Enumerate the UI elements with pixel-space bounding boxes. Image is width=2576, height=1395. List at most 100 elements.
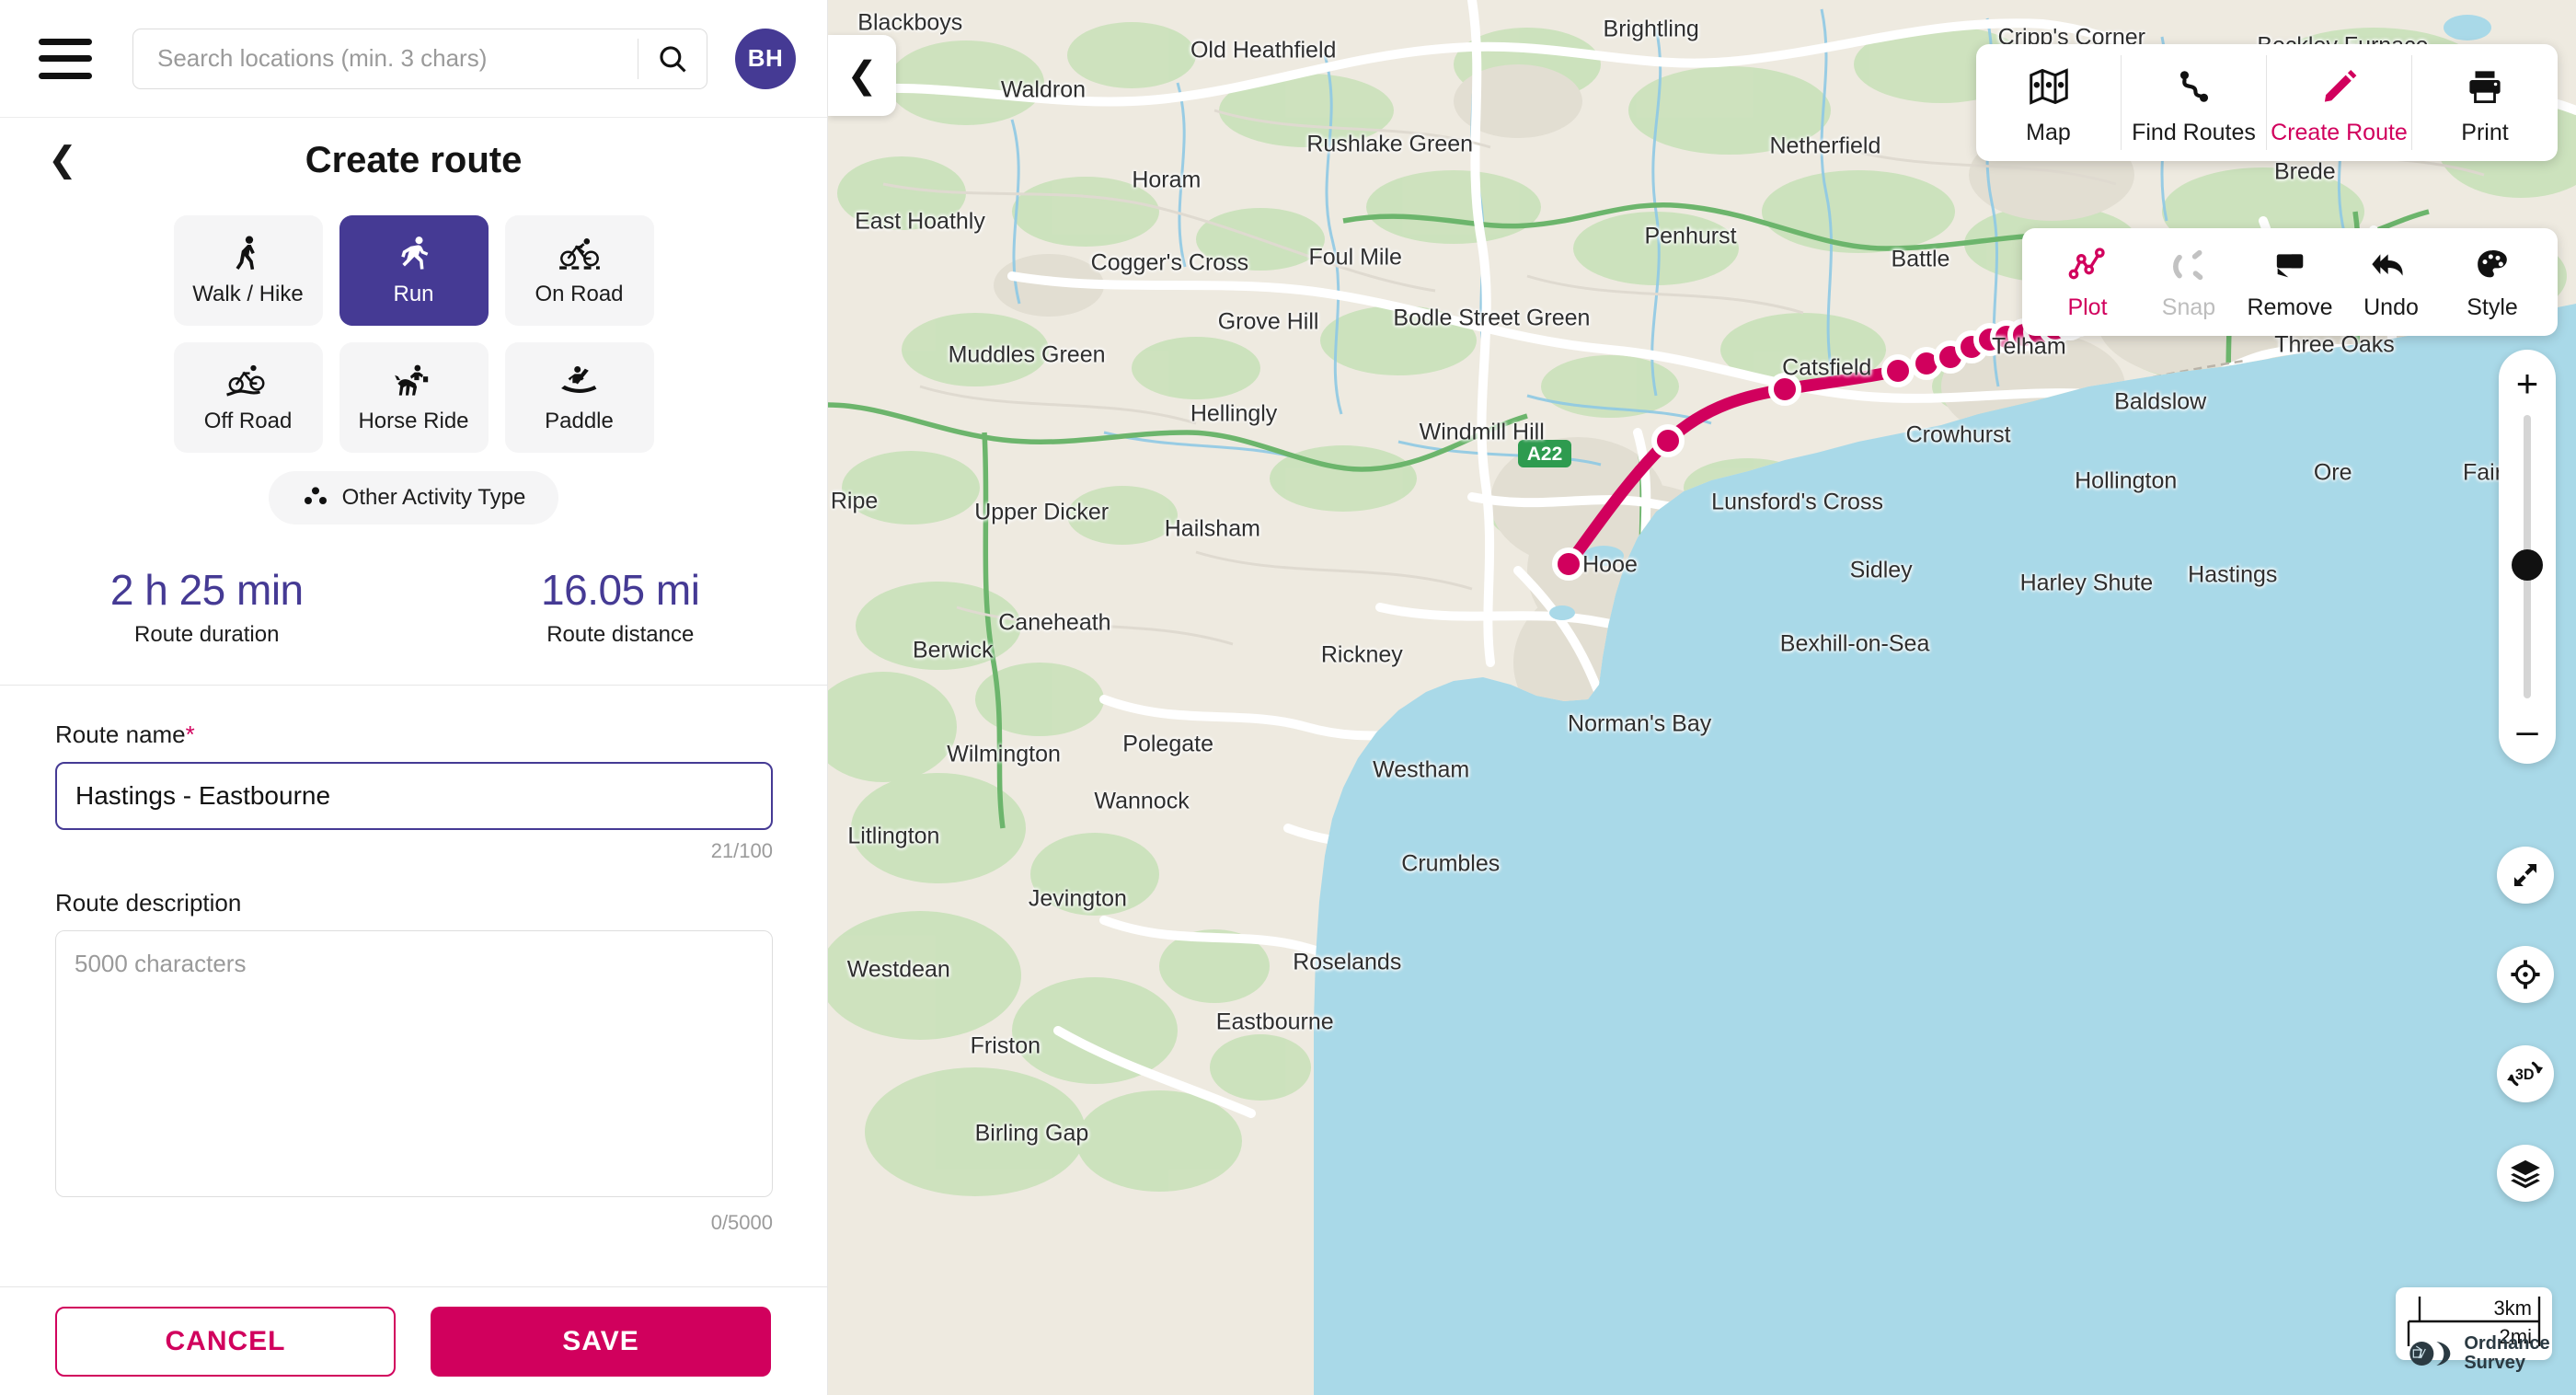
draw-label: Snap bbox=[2162, 294, 2215, 321]
draw-undo[interactable]: Undo bbox=[2340, 237, 2442, 327]
activity-selector: Walk / Hike Run bbox=[0, 202, 827, 525]
activity-walk-hike[interactable]: Walk / Hike bbox=[174, 215, 323, 326]
toolbar-map[interactable]: Map bbox=[1976, 55, 2122, 150]
route-name-label: Route name* bbox=[55, 721, 772, 749]
attribution-line1: Ordnance bbox=[2464, 1334, 2549, 1354]
mountain-biker-icon bbox=[225, 361, 271, 403]
map-canvas[interactable]: A22 BlackboysOld HeathfieldBrightlingCri… bbox=[828, 0, 2576, 1395]
view-3d-button[interactable]: 3D bbox=[2497, 1045, 2554, 1102]
printer-icon bbox=[2465, 63, 2505, 110]
avatar[interactable]: BH bbox=[735, 29, 796, 89]
route-description-label: Route description bbox=[55, 889, 772, 917]
draw-remove[interactable]: Remove bbox=[2239, 237, 2340, 327]
ordnance-survey-logo-icon bbox=[2409, 1338, 2456, 1369]
activity-label: Walk / Hike bbox=[192, 282, 303, 307]
zoom-control[interactable]: + – bbox=[2499, 350, 2556, 764]
road-badge-a22: A22 bbox=[1518, 440, 1571, 467]
search-icon bbox=[657, 43, 688, 75]
svg-text:3D: 3D bbox=[2515, 1066, 2535, 1083]
stat-route-distance: 16.05 mi Route distance bbox=[414, 565, 828, 648]
activity-on-road[interactable]: On Road bbox=[505, 215, 654, 326]
activity-label: Paddle bbox=[545, 409, 614, 434]
map-toolbar-primary: Map Find Routes bbox=[1976, 44, 2558, 161]
3d-rotate-icon: 3D bbox=[2507, 1056, 2544, 1091]
dots-icon bbox=[302, 486, 329, 511]
plot-line-icon bbox=[2068, 243, 2107, 287]
activity-label: Off Road bbox=[204, 409, 293, 434]
stat-route-duration: 2 h 25 min Route duration bbox=[0, 565, 414, 648]
expand-arrows-icon bbox=[2510, 859, 2541, 891]
search-input[interactable] bbox=[133, 29, 638, 88]
hamburger-icon[interactable] bbox=[39, 39, 92, 79]
ordnance-survey-attribution: Ordnance Survey bbox=[2409, 1334, 2549, 1373]
crosshair-icon bbox=[2509, 958, 2542, 991]
scale-metric: 3km bbox=[2493, 1297, 2532, 1320]
svg-text:A22: A22 bbox=[1527, 444, 1563, 465]
draw-label: Undo bbox=[2363, 294, 2419, 321]
search-box[interactable] bbox=[132, 29, 707, 89]
walker-icon bbox=[230, 234, 267, 276]
panel-header: ❮ Create route bbox=[0, 118, 827, 202]
required-asterisk: * bbox=[186, 721, 195, 748]
layers-icon bbox=[2509, 1158, 2542, 1189]
route-description-group: Route description 0/5000 bbox=[55, 889, 772, 1235]
draw-style[interactable]: Style bbox=[2442, 237, 2543, 327]
save-button[interactable]: SAVE bbox=[431, 1307, 771, 1377]
map-collapse-panel-button[interactable]: ❮ bbox=[828, 35, 896, 116]
app-root: BH ❮ Create route Walk / Hike bbox=[0, 0, 2576, 1395]
other-activity-label: Other Activity Type bbox=[342, 485, 526, 511]
toolbar-label: Create Route bbox=[2271, 120, 2408, 146]
toolbar-create-route[interactable]: Create Route bbox=[2267, 55, 2412, 150]
zoom-out-button[interactable]: – bbox=[2516, 717, 2537, 744]
route-name-input[interactable] bbox=[55, 762, 773, 830]
page-title: Create route bbox=[305, 140, 523, 181]
route-dots-icon bbox=[2174, 63, 2214, 110]
zoom-slider-track[interactable] bbox=[2524, 415, 2531, 698]
route-description-input[interactable] bbox=[55, 930, 773, 1197]
toolbar-print[interactable]: Print bbox=[2412, 55, 2558, 150]
route-stats: 2 h 25 min Route duration 16.05 mi Route… bbox=[0, 525, 827, 686]
attribution-text: Ordnance Survey bbox=[2464, 1334, 2549, 1373]
other-activity-button[interactable]: Other Activity Type bbox=[269, 471, 559, 525]
toolbar-label: Map bbox=[2026, 120, 2071, 146]
toolbar-find-routes[interactable]: Find Routes bbox=[2122, 55, 2267, 150]
activity-label: Horse Ride bbox=[358, 409, 468, 434]
search-button[interactable] bbox=[638, 29, 707, 88]
undo-arrow-icon bbox=[2371, 243, 2411, 287]
pencil-icon bbox=[2319, 63, 2360, 110]
cancel-button[interactable]: CANCEL bbox=[55, 1307, 396, 1377]
stat-label: Route duration bbox=[0, 622, 414, 648]
create-route-panel: BH ❮ Create route Walk / Hike bbox=[0, 0, 828, 1395]
activity-paddle[interactable]: Paddle bbox=[505, 342, 654, 453]
stat-label: Route distance bbox=[414, 622, 828, 648]
other-activity-row: Other Activity Type bbox=[156, 471, 671, 525]
back-chevron-icon[interactable]: ❮ bbox=[48, 143, 77, 178]
activity-off-road[interactable]: Off Road bbox=[174, 342, 323, 453]
fullscreen-button[interactable] bbox=[2497, 847, 2554, 904]
draw-label: Style bbox=[2467, 294, 2518, 321]
locate-button[interactable] bbox=[2497, 946, 2554, 1003]
runner-icon bbox=[395, 234, 433, 276]
attribution-line2: Survey bbox=[2464, 1354, 2549, 1373]
folded-map-icon bbox=[2028, 63, 2070, 110]
draw-snap[interactable]: Snap bbox=[2138, 237, 2239, 327]
map-toolbar-draw: Plot Snap R bbox=[2022, 228, 2558, 336]
activity-horse-ride[interactable]: Horse Ride bbox=[339, 342, 489, 453]
zoom-slider-thumb[interactable] bbox=[2512, 549, 2543, 581]
activity-grid: Walk / Hike Run bbox=[156, 215, 671, 453]
activity-label: On Road bbox=[535, 282, 623, 307]
horse-rider-icon bbox=[393, 361, 435, 403]
magnet-icon bbox=[2170, 243, 2207, 287]
zoom-in-button[interactable]: + bbox=[2516, 370, 2539, 397]
draw-label: Plot bbox=[2067, 294, 2107, 321]
route-name-counter: 21/100 bbox=[55, 839, 773, 863]
toolbar-label: Find Routes bbox=[2132, 120, 2256, 146]
draw-plot[interactable]: Plot bbox=[2037, 237, 2138, 327]
route-form: Route name* 21/100 Route description 0/5… bbox=[0, 686, 827, 1286]
stat-value: 2 h 25 min bbox=[0, 565, 414, 615]
route-description-counter: 0/5000 bbox=[55, 1211, 773, 1235]
activity-run[interactable]: Run bbox=[339, 215, 489, 326]
layers-button[interactable] bbox=[2497, 1145, 2554, 1202]
palette-icon bbox=[2473, 243, 2512, 287]
paddler-icon bbox=[558, 361, 601, 403]
